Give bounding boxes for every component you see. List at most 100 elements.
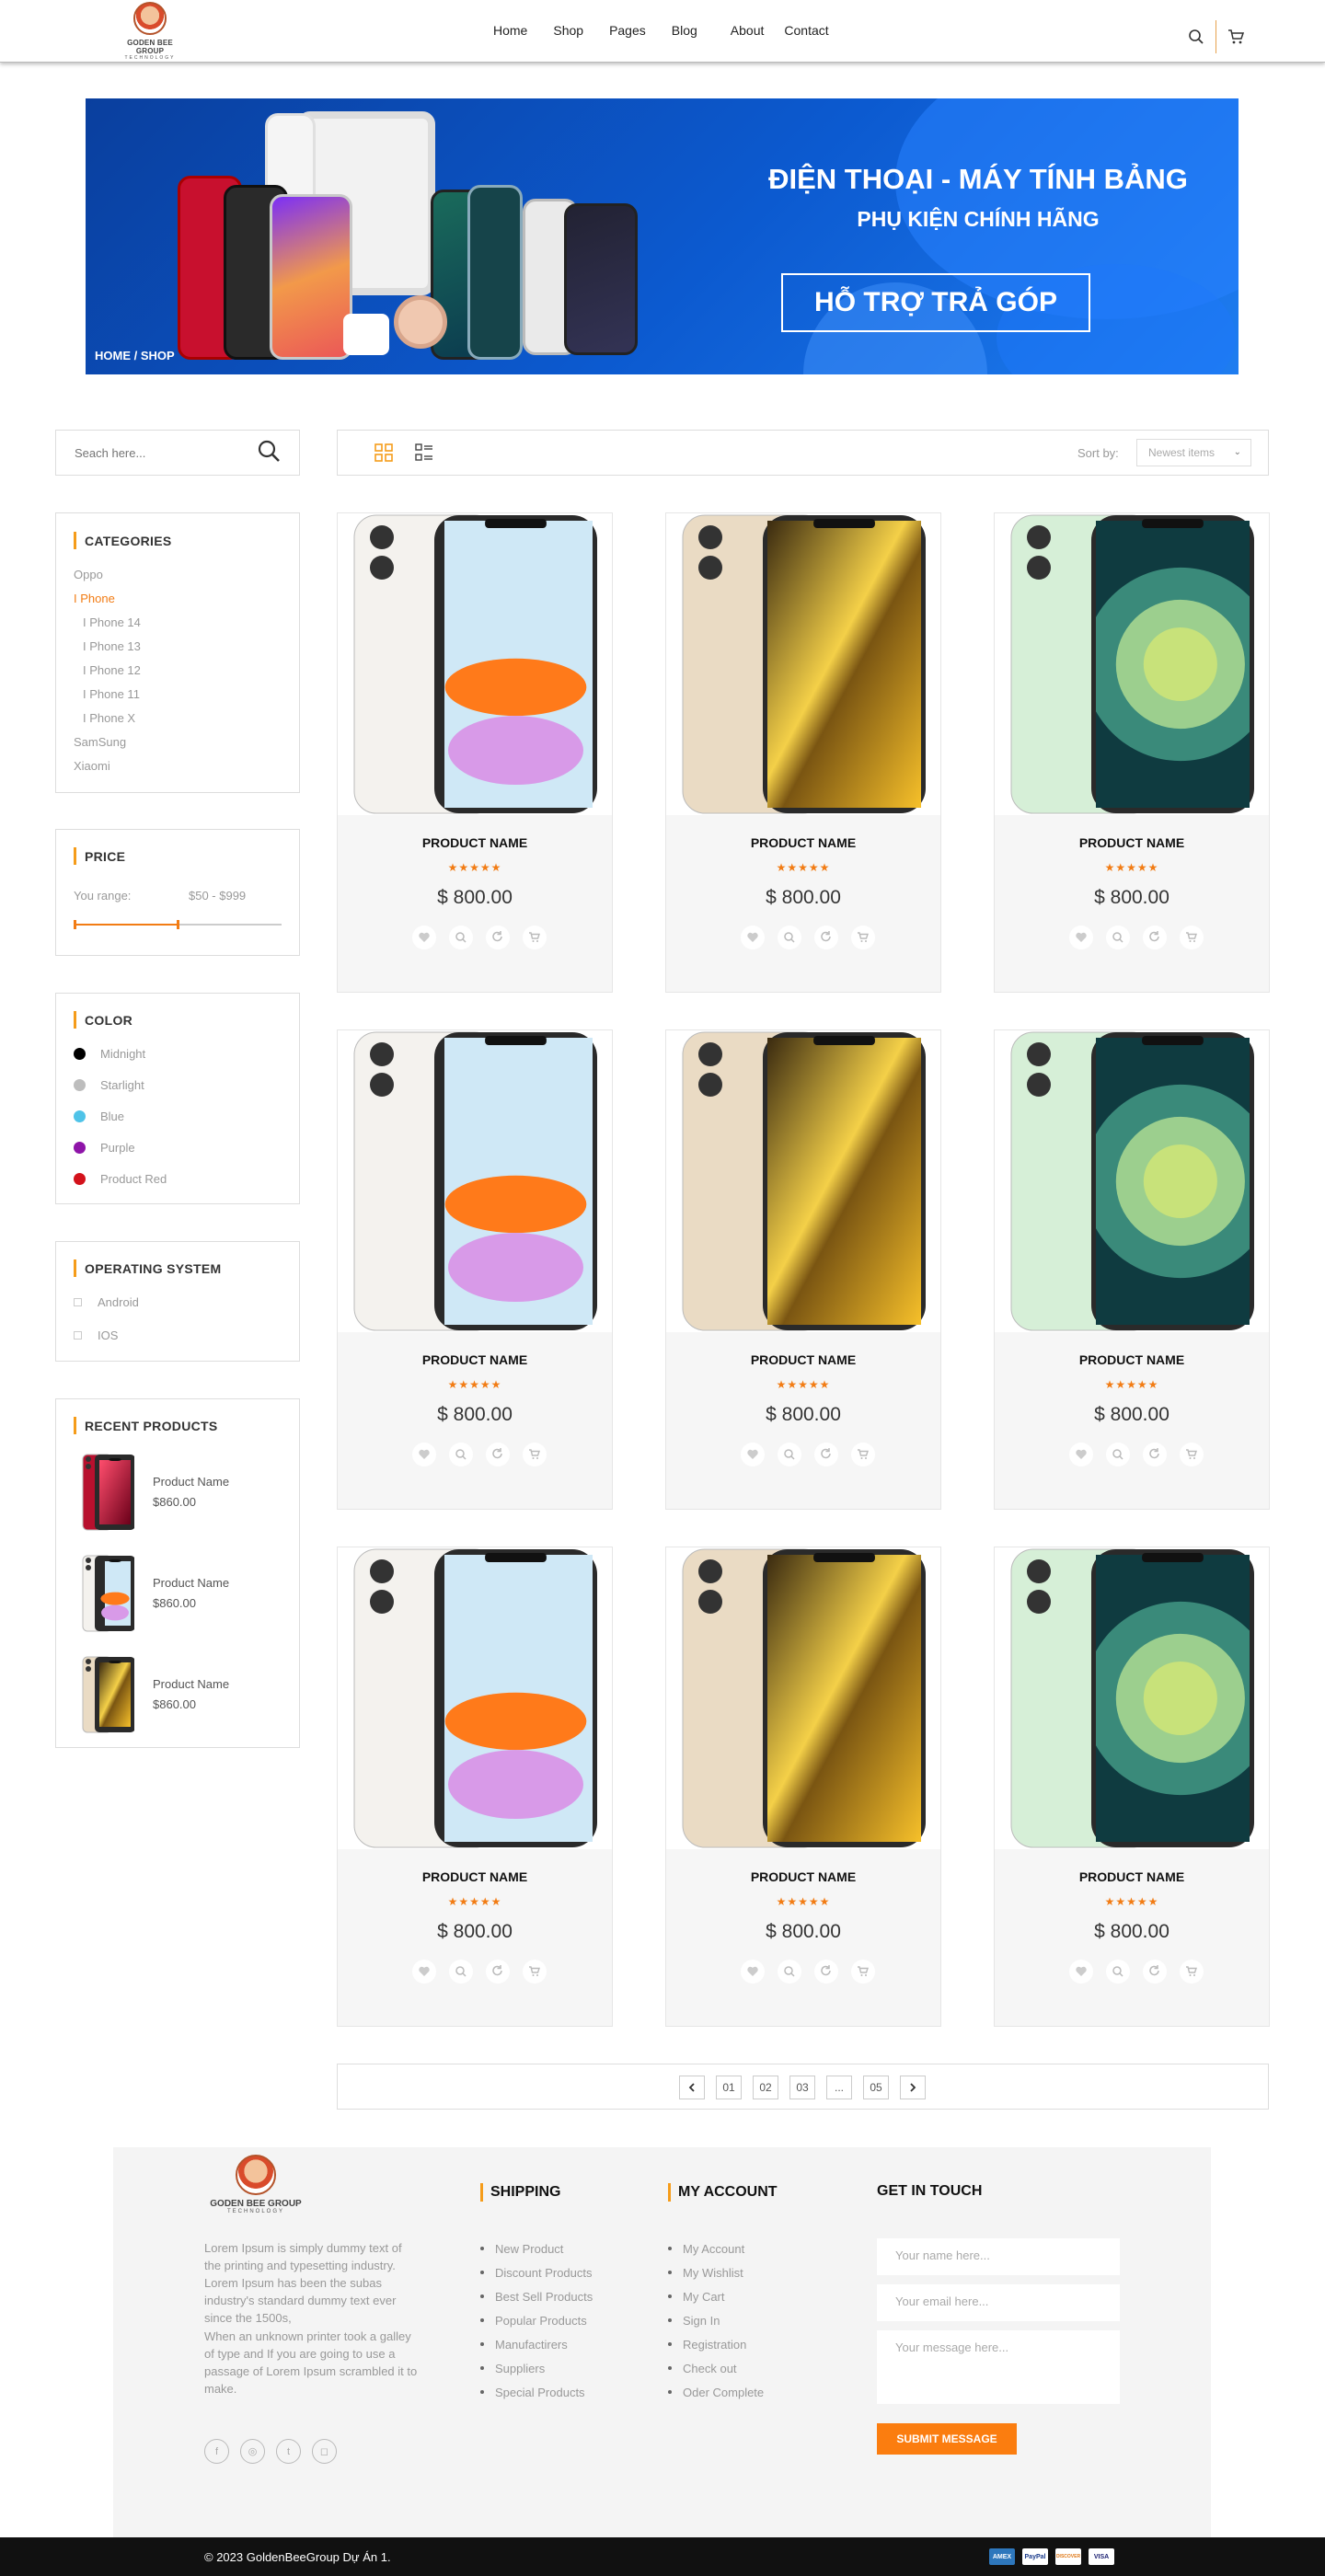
recent-product[interactable]: Product Name $860.00 — [79, 1655, 282, 1734]
refresh-icon[interactable] — [1143, 1960, 1167, 1984]
product-name[interactable]: PRODUCT NAME — [995, 835, 1269, 850]
footer-link[interactable]: My Wishlist — [668, 2260, 764, 2284]
refresh-icon[interactable] — [1143, 1443, 1167, 1466]
product-card[interactable]: PRODUCT NAME ★★★★★ $ 800.00 — [337, 1029, 613, 1510]
zoom-icon[interactable] — [1106, 926, 1130, 949]
search-icon[interactable] — [1186, 27, 1206, 47]
logo[interactable]: GODEN BEE GROUP TECHNOLOGY — [118, 2, 182, 61]
instagram-icon[interactable]: ◻ — [312, 2439, 337, 2464]
cart-icon[interactable] — [523, 926, 547, 949]
category-item[interactable]: Xiaomi — [74, 759, 110, 773]
checkbox[interactable] — [74, 1331, 82, 1340]
cart-icon[interactable] — [1180, 926, 1204, 949]
name-field[interactable]: Your name here... — [877, 2238, 1120, 2275]
color-option[interactable]: Product Red — [74, 1172, 167, 1186]
zoom-icon[interactable] — [778, 1443, 801, 1466]
category-item[interactable]: I Phone X — [83, 711, 135, 725]
refresh-icon[interactable] — [814, 1443, 838, 1466]
cart-icon[interactable] — [523, 1960, 547, 1984]
product-card[interactable]: PRODUCT NAME ★★★★★ $ 800.00 — [994, 1547, 1270, 2027]
submit-message-button[interactable]: SUBMIT MESSAGE — [877, 2423, 1017, 2455]
refresh-icon[interactable] — [486, 1960, 510, 1984]
product-name[interactable]: PRODUCT NAME — [995, 1869, 1269, 1884]
search-input[interactable] — [75, 445, 257, 460]
facebook-icon[interactable]: f — [204, 2439, 229, 2464]
nav-home[interactable]: Home — [493, 23, 527, 38]
heart-icon[interactable] — [412, 1443, 436, 1466]
recent-product-name[interactable]: Product Name — [153, 1475, 229, 1489]
footer-link[interactable]: Manufactirers — [480, 2332, 593, 2356]
nav-blog[interactable]: Blog — [672, 23, 697, 38]
product-image[interactable] — [338, 1030, 612, 1332]
footer-link[interactable]: Registration — [668, 2332, 764, 2356]
product-name[interactable]: PRODUCT NAME — [666, 1869, 940, 1884]
recent-product[interactable]: Product Name $860.00 — [79, 1554, 282, 1633]
category-item[interactable]: I Phone 13 — [83, 639, 141, 653]
price-slider[interactable] — [74, 920, 282, 929]
grid-view-icon[interactable] — [374, 443, 393, 466]
product-thumbnail[interactable] — [79, 1554, 135, 1633]
page-button[interactable]: 05 — [863, 2076, 889, 2099]
color-option[interactable]: Starlight — [74, 1078, 144, 1092]
footer-link[interactable]: My Cart — [668, 2284, 764, 2308]
zoom-icon[interactable] — [1106, 1443, 1130, 1466]
heart-icon[interactable] — [1069, 1960, 1093, 1984]
message-field[interactable]: Your message here... — [877, 2330, 1120, 2404]
recent-product[interactable]: Product Name $860.00 — [79, 1453, 282, 1532]
email-field[interactable]: Your email here... — [877, 2284, 1120, 2321]
footer-link[interactable]: Special Products — [480, 2380, 593, 2404]
product-card[interactable]: PRODUCT NAME ★★★★★ $ 800.00 — [994, 512, 1270, 993]
category-item[interactable]: Oppo — [74, 568, 103, 581]
prev-page-button[interactable] — [679, 2076, 705, 2099]
category-item[interactable]: I Phone 11 — [83, 687, 140, 701]
page-button[interactable]: 01 — [716, 2076, 742, 2099]
footer-link[interactable]: Popular Products — [480, 2308, 593, 2332]
zoom-icon[interactable] — [778, 926, 801, 949]
zoom-icon[interactable] — [778, 1960, 801, 1984]
recent-product-name[interactable]: Product Name — [153, 1677, 229, 1691]
nav-contact[interactable]: Contact — [784, 23, 828, 38]
heart-icon[interactable] — [412, 1960, 436, 1984]
breadcrumb[interactable]: HOME / SHOP — [95, 349, 175, 362]
heart-icon[interactable] — [741, 1960, 765, 1984]
cart-icon[interactable] — [851, 926, 875, 949]
product-image[interactable] — [666, 1547, 940, 1849]
color-option[interactable]: Purple — [74, 1141, 135, 1155]
cart-icon[interactable] — [1180, 1960, 1204, 1984]
price-slider-min-handle[interactable] — [74, 920, 76, 929]
refresh-icon[interactable] — [1143, 926, 1167, 949]
product-name[interactable]: PRODUCT NAME — [666, 1352, 940, 1367]
product-card[interactable]: PRODUCT NAME ★★★★★ $ 800.00 — [665, 512, 941, 993]
zoom-icon[interactable] — [449, 1960, 473, 1984]
zoom-icon[interactable] — [449, 1443, 473, 1466]
search-icon[interactable] — [257, 439, 281, 467]
sort-select[interactable]: Newest items ⌄ — [1136, 439, 1251, 466]
category-item[interactable]: I Phone — [74, 592, 115, 605]
product-card[interactable]: PRODUCT NAME ★★★★★ $ 800.00 — [994, 1029, 1270, 1510]
product-name[interactable]: PRODUCT NAME — [995, 1352, 1269, 1367]
product-card[interactable]: PRODUCT NAME ★★★★★ $ 800.00 — [665, 1029, 941, 1510]
footer-link[interactable]: Best Sell Products — [480, 2284, 593, 2308]
product-image[interactable] — [338, 1547, 612, 1849]
footer-link[interactable]: Discount Products — [480, 2260, 593, 2284]
footer-link[interactable]: Sign In — [668, 2308, 764, 2332]
product-thumbnail[interactable] — [79, 1453, 135, 1532]
footer-link[interactable]: Suppliers — [480, 2356, 593, 2380]
color-option[interactable]: Midnight — [74, 1047, 145, 1061]
product-card[interactable]: PRODUCT NAME ★★★★★ $ 800.00 — [337, 1547, 613, 2027]
category-item[interactable]: I Phone 12 — [83, 663, 141, 677]
footer-link[interactable]: Check out — [668, 2356, 764, 2380]
product-name[interactable]: PRODUCT NAME — [338, 1869, 612, 1884]
heart-icon[interactable] — [1069, 1443, 1093, 1466]
product-image[interactable] — [995, 1030, 1269, 1332]
cart-icon[interactable] — [851, 1443, 875, 1466]
twitter-icon[interactable]: t — [276, 2439, 301, 2464]
next-page-button[interactable] — [900, 2076, 926, 2099]
heart-icon[interactable] — [741, 926, 765, 949]
footer-logo[interactable]: GODEN BEE GROUP TECHNOLOGY — [205, 2155, 306, 2214]
zoom-icon[interactable] — [1106, 1960, 1130, 1984]
zoom-icon[interactable] — [449, 926, 473, 949]
product-image[interactable] — [995, 1547, 1269, 1849]
os-option[interactable]: Android — [74, 1295, 139, 1309]
os-option[interactable]: IOS — [74, 1328, 118, 1342]
